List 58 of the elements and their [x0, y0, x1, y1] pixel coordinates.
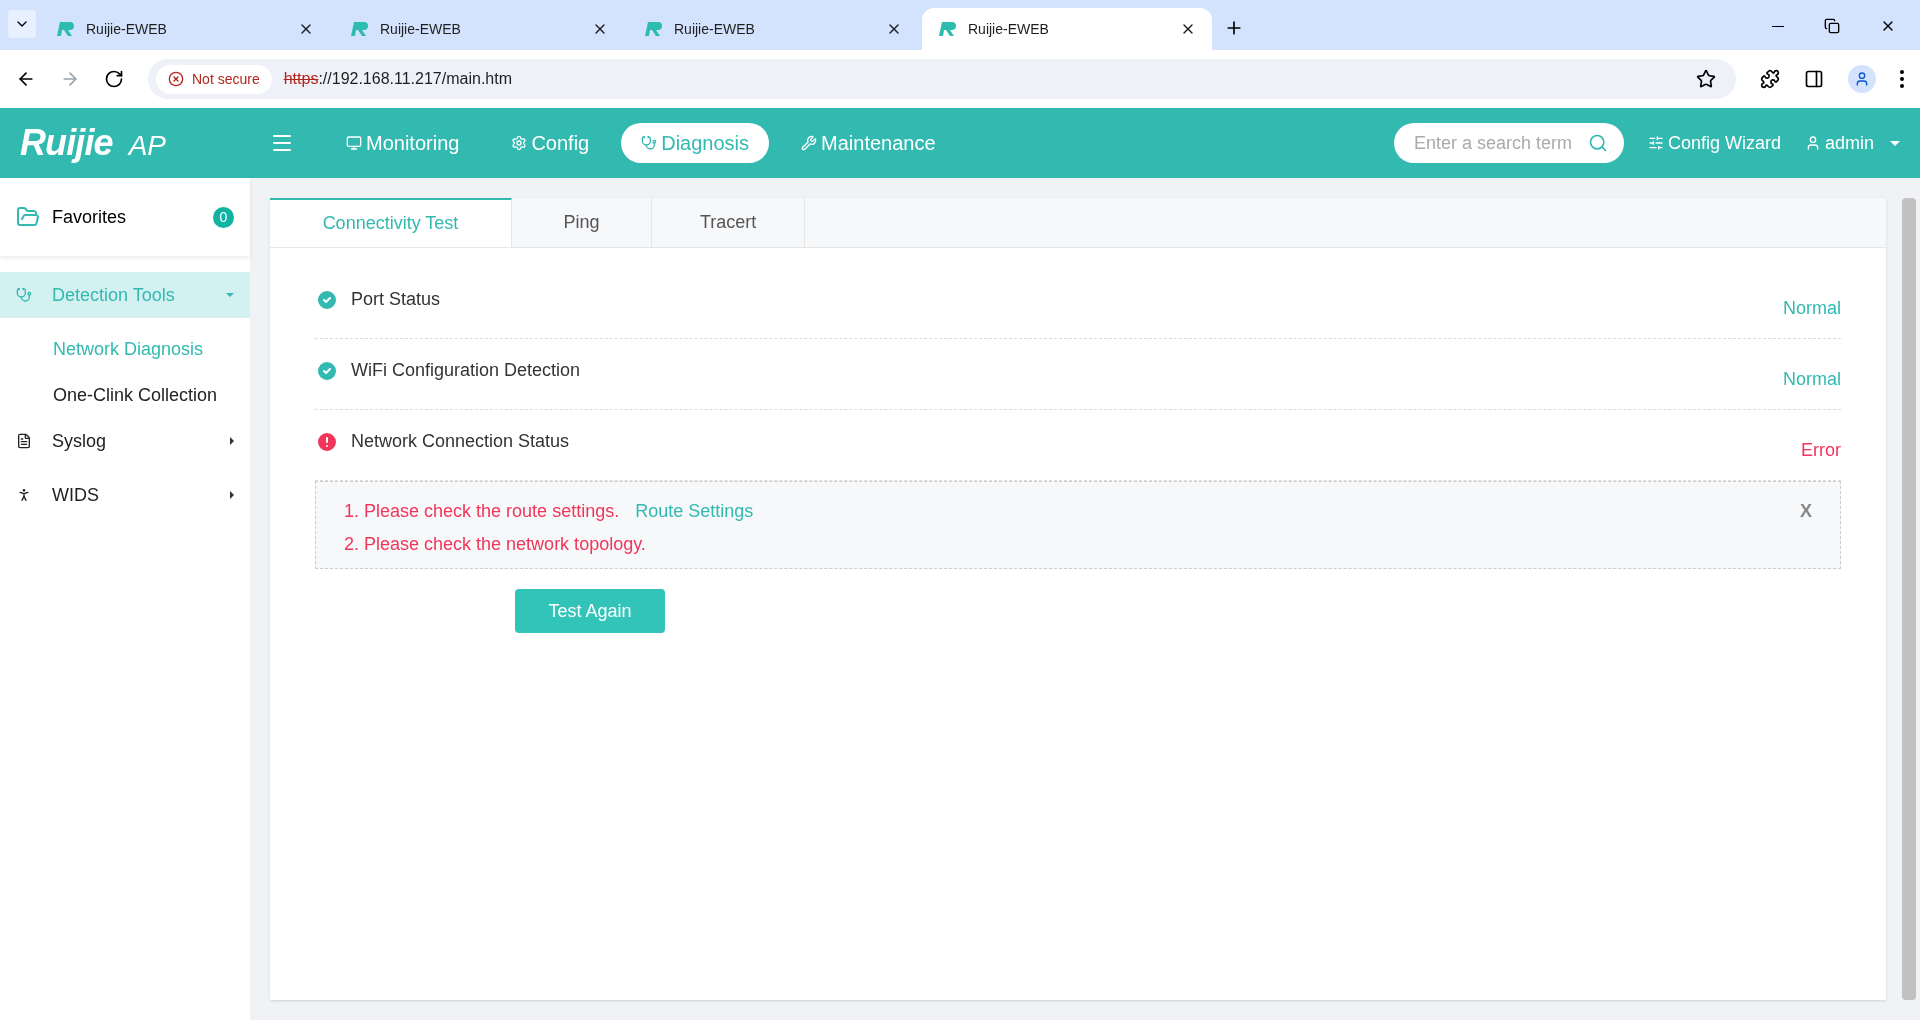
favicon-icon — [56, 22, 74, 36]
advice-text: 2. Please check the network topology. — [344, 533, 646, 556]
browser-tab[interactable]: Ruijie-EWEB — [628, 8, 918, 50]
check-result: Normal — [1783, 297, 1841, 320]
check-name: Port Status — [351, 288, 441, 311]
url-text: https://192.168.11.217/main.htm — [283, 69, 512, 89]
profile-icon — [1848, 65, 1876, 93]
caret-icon — [226, 293, 234, 297]
caret-icon — [230, 491, 234, 499]
scrollbar[interactable] — [1902, 198, 1916, 1000]
warning-icon — [168, 71, 184, 87]
nav-icon — [801, 135, 818, 151]
nav-icon — [511, 135, 528, 151]
bookmark-star-icon — [1696, 69, 1716, 89]
favorites-label: Favorites — [52, 205, 128, 229]
tab-title: Ruijie-EWEB — [86, 19, 168, 39]
browser-tab[interactable]: Ruijie-EWEB — [334, 8, 624, 50]
tab-title: Ruijie-EWEB — [968, 19, 1050, 39]
side-panel-icon — [1804, 69, 1824, 89]
address-bar[interactable]: Not secure https://192.168.11.217/main.htm — [148, 59, 1736, 99]
search-field[interactable]: Enter a search term — [1393, 123, 1624, 163]
tab-title: Ruijie-EWEB — [380, 19, 462, 39]
content-tab[interactable]: Tracert — [652, 198, 806, 247]
restore-icon — [1824, 18, 1840, 34]
sidebar-item[interactable]: Syslog — [0, 418, 250, 464]
nav-icon — [641, 135, 658, 151]
content-tab[interactable]: Ping — [512, 198, 652, 247]
sidebar-subitem[interactable]: One-Clink Collection — [0, 372, 250, 418]
logo-suffix: AP — [128, 129, 166, 163]
search-icon — [1587, 133, 1608, 153]
sidebar-icon — [16, 487, 32, 503]
check-name: Network Connection Status — [351, 430, 570, 453]
tab-list-button[interactable] — [8, 10, 36, 38]
favicon-icon — [350, 22, 368, 36]
check-result: Error — [1801, 439, 1841, 462]
minimize-icon — [1772, 26, 1784, 27]
check-name: WiFi Configuration Detection — [351, 359, 581, 382]
menu-icon — [1900, 70, 1904, 88]
security-chip[interactable]: Not secure — [156, 64, 272, 94]
logo: Ruijie — [20, 121, 113, 165]
advice-text: 1. Please check the route settings. — [344, 500, 620, 523]
browser-tab[interactable]: Ruijie-EWEB — [922, 8, 1212, 50]
favorites-bar[interactable]: Favorites 0 — [0, 178, 250, 256]
sidebar-icon — [16, 433, 32, 449]
tab-title: Ruijie-EWEB — [674, 19, 756, 39]
check-result: Normal — [1783, 368, 1841, 391]
nav-icon — [346, 135, 362, 151]
favicon-icon — [938, 22, 956, 36]
sidebar-icon — [16, 287, 32, 303]
extensions-icon — [1760, 69, 1780, 89]
caret-icon — [1890, 140, 1900, 146]
favorites-count: 0 — [213, 206, 234, 228]
sidebar-item[interactable]: WIDS — [0, 472, 250, 518]
sliders-icon — [1647, 135, 1664, 151]
browser-tab[interactable]: Ruijie-EWEB — [40, 8, 330, 50]
reload-icon — [104, 69, 124, 89]
favicon-icon — [644, 22, 662, 36]
caret-icon — [230, 437, 234, 445]
